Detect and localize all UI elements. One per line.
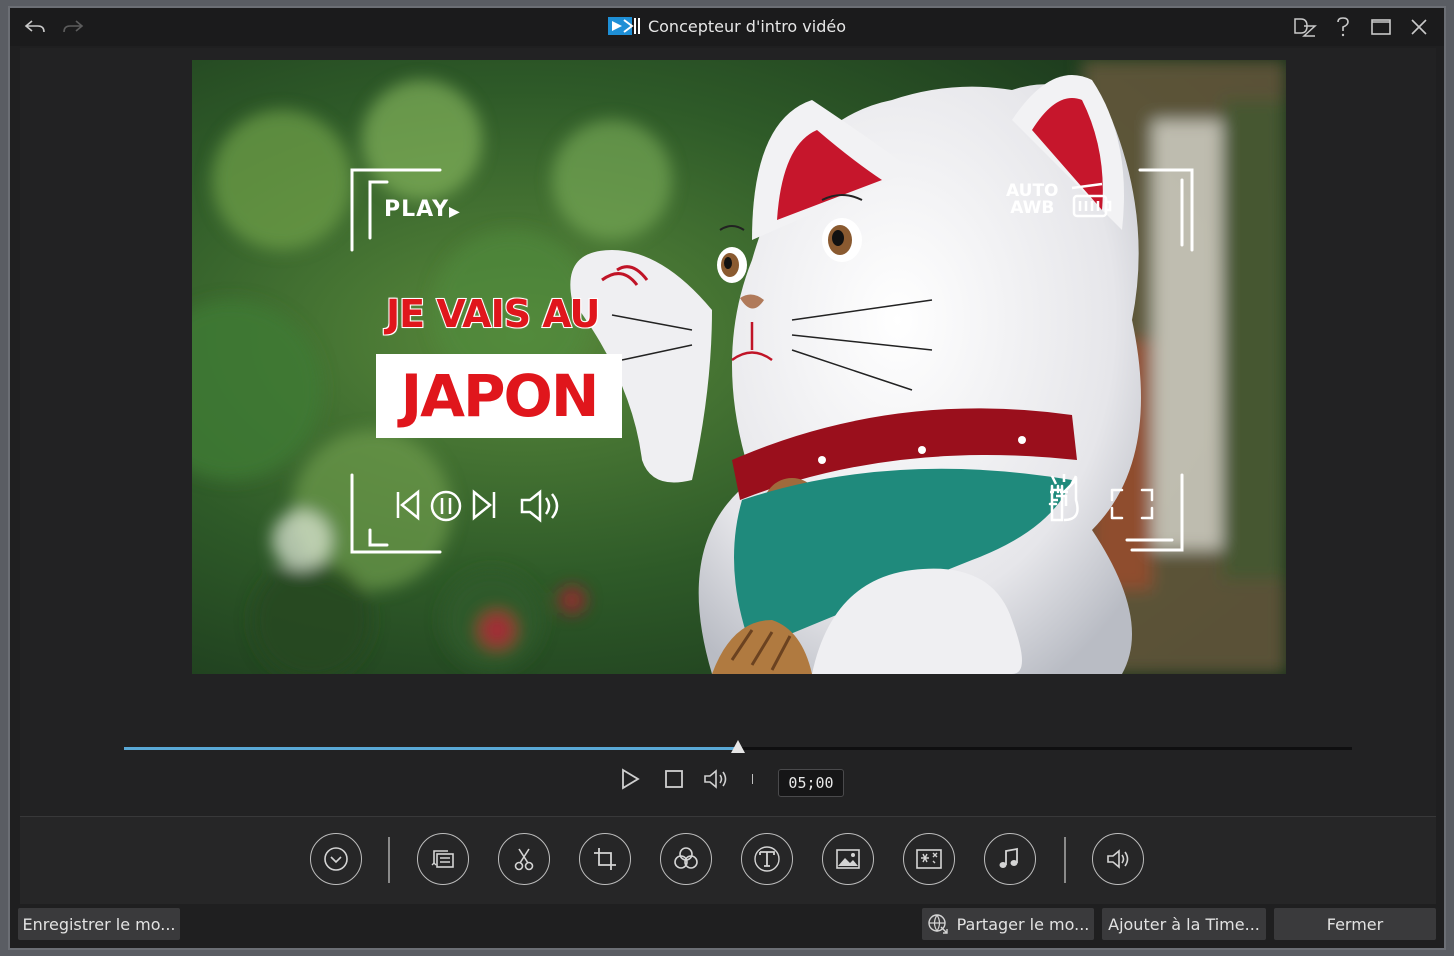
camera-awb-label: AWB [1010,198,1055,218]
title-text-icon[interactable] [741,833,793,885]
globe-icon [927,914,948,934]
tool-separator-1 [388,837,390,883]
effects-icon[interactable] [903,833,955,885]
stop-icon[interactable] [662,767,686,791]
volume-icon[interactable] [1092,833,1144,885]
seek-bar[interactable] [124,740,1352,753]
save-template-button[interactable]: Enregistrer le mo... [18,908,180,940]
seek-handle[interactable] [731,740,745,753]
headline-line2: JAPON [400,362,600,430]
preview-area: PLAY▶ AUTO AWB JE VAIS AU JAPON 05;00 [20,48,1436,816]
seek-progress [124,747,738,750]
close-button[interactable]: Fermer [1274,908,1436,940]
share-template-button[interactable]: Partager le mo... [922,908,1094,940]
video-preview[interactable]: PLAY▶ AUTO AWB JE VAIS AU JAPON [192,60,1286,674]
duration-icon[interactable] [310,833,362,885]
color-adjust-icon[interactable] [660,833,712,885]
add-to-timeline-button[interactable]: Ajouter à la Time... [1102,908,1266,940]
window-title: Concepteur d'intro vidéo [647,16,847,36]
save-template-label: Enregistrer le mo... [22,914,176,934]
headline-box[interactable]: JAPON [376,354,622,438]
dz-icon[interactable] [1292,14,1318,40]
title-bar: Concepteur d'intro vidéo [10,8,1444,46]
playback-controls [618,767,753,791]
camera-auto-awb-label: AUTO AWB [1006,183,1059,217]
image-overlay-icon[interactable] [822,833,874,885]
close-label: Fermer [1326,914,1384,934]
music-icon[interactable] [984,833,1036,885]
replace-media-icon[interactable] [417,833,469,885]
intro-designer-window: Concepteur d'intro vidéo PLAY▶ AUTO AWB … [8,6,1446,950]
footer-bar: Enregistrer le mo... Partager le mo... A… [10,904,1444,948]
crop-icon[interactable] [579,833,631,885]
share-template-label: Partager le mo... [956,914,1090,934]
camera-play-label: PLAY▶ [384,197,461,222]
maneki-neko-image [192,60,1286,674]
tool-strip [20,816,1436,904]
trim-icon[interactable] [498,833,550,885]
timecode-display[interactable]: 05;00 [778,769,844,797]
maximize-icon[interactable] [1368,14,1394,40]
app-logo-icon [607,17,640,35]
volume-icon[interactable] [702,767,730,791]
tool-separator-2 [1064,837,1066,883]
controls-divider [752,774,753,784]
play-icon[interactable] [618,767,642,791]
add-to-timeline-label: Ajouter à la Time... [1108,914,1260,934]
close-icon[interactable] [1406,14,1432,40]
help-icon[interactable] [1330,14,1356,40]
headline-line1[interactable]: JE VAIS AU [385,291,601,337]
window-title-area: Concepteur d'intro vidéo [10,16,1444,40]
